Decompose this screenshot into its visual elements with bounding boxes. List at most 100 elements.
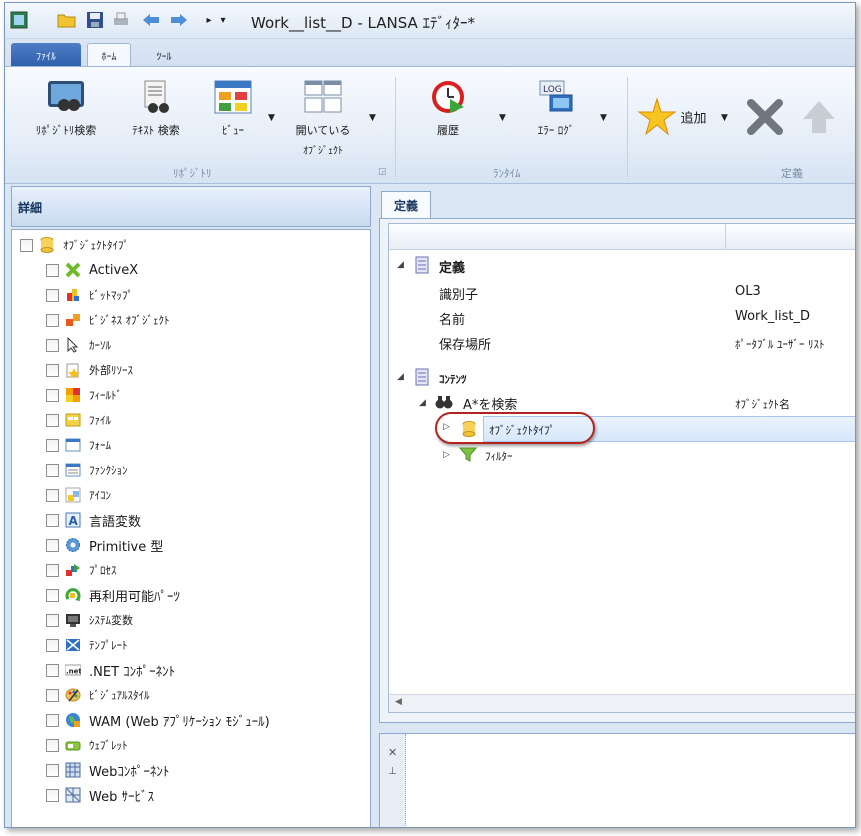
search-criteria-value[interactable]: ｵﾌﾞｼﾞｪｸﾄ名 [735,396,790,412]
name-label: 名前 [439,313,466,328]
customize-qa-icon[interactable]: ▾ [213,10,233,30]
scroll-left-icon[interactable]: ◀ [395,697,402,707]
reusable-part-icon [65,588,81,601]
search-criteria-label: A*を検索 [463,398,518,413]
collapse-definition-icon[interactable]: ◢ [397,260,404,270]
list-item[interactable]: ｶｰｿﾙ [46,334,111,356]
svg-text:.net: .net [66,668,81,676]
list-item[interactable]: ﾋﾞｼﾞｭｱﾙｽﾀｲﾙ [46,684,150,706]
error-log-button[interactable]: LOG ｴﾗｰ ﾛｸﾞ [521,79,591,138]
pin-icon[interactable]: ⊥ [388,766,397,777]
list-item[interactable]: ﾌｧｲﾙ [46,409,111,431]
filter-funnel-icon [459,447,477,462]
text-search-button[interactable]: ﾃｷｽﾄ 検索 [121,79,191,138]
text-search-icon [144,80,169,113]
highlight-ring-annotation [435,412,595,444]
database-icon [40,237,54,253]
error-log-icon: LOG [539,80,573,112]
list-item[interactable]: ﾋﾞｼﾞﾈｽ ｵﾌﾞｼﾞｪｸﾄ [46,309,170,331]
back-arrow-icon[interactable] [141,10,161,30]
binoculars-icon [435,396,453,409]
repository-search-button[interactable]: ﾘﾎﾟｼﾞﾄﾘ検索 [25,79,107,138]
list-item[interactable]: ﾌｧﾝｸｼｮﾝ [46,459,128,481]
dotnet-component-icon: .net [65,664,81,676]
list-item[interactable]: Primitive 型 [46,534,163,556]
list-item[interactable]: ｱｲｺﾝ [46,484,111,506]
delete-x-icon[interactable] [745,97,785,140]
business-object-icon [66,314,80,326]
window-title: Work__list__D - LANSA ｴﾃﾞｨﾀｰ* [251,14,476,32]
open-objects-dropdown-icon[interactable]: ▼ [369,113,376,123]
list-item[interactable]: Webｺﾝﾎﾟｰﾈﾝﾄ [46,759,169,781]
bitmap-icon [67,289,79,301]
web-component-icon [65,762,81,778]
identifier-value[interactable]: OL3 [735,284,761,299]
dialog-launcher-icon[interactable]: ◲ [378,167,387,177]
collapse-search-icon[interactable]: ◢ [419,398,426,408]
process-icon [66,564,80,576]
expand-filter-icon[interactable]: ▷ [443,450,450,460]
list-item[interactable]: ﾌｨｰﾙﾄﾞ [46,384,122,406]
move-up-arrow-icon[interactable] [799,97,839,140]
name-value[interactable]: Work_list_D [735,309,810,324]
app-icon[interactable] [9,10,29,30]
list-item[interactable]: Web ｻｰﾋﾞｽ [46,784,154,806]
tree-root-object-type[interactable]: ｵﾌﾞｼﾞｪｸﾄﾀｲﾌﾟ [20,234,129,256]
repository-search-icon [48,81,84,111]
close-icon[interactable]: ✕ [388,746,397,759]
history-button[interactable]: 履歴 [417,79,479,138]
error-log-dropdown-icon[interactable]: ▼ [600,113,607,123]
list-item[interactable]: 再利用可能ﾊﾟｰﾂ [46,584,180,606]
editor-window: ▸ ▾ Work__list__D - LANSA ｴﾃﾞｨﾀｰ* ﾌｧｲﾙ ﾎ… [4,2,856,828]
field-icon [66,388,80,402]
add-button[interactable]: 追加 [637,97,721,137]
list-item[interactable]: A 言語変数 [46,509,141,531]
open-folder-icon[interactable] [57,10,77,30]
document-icon [415,256,429,274]
definition-pane: ◢ 定義 識別子 OL3 名前 Work_list_D 保存場所 ﾎﾟｰﾀﾌﾞﾙ… [379,218,855,723]
left-panel-header: 詳細 [11,186,371,227]
filter-node[interactable]: ﾌｨﾙﾀｰ [485,448,513,464]
group-label-runtime: ﾗﾝﾀｲﾑ [493,167,521,180]
list-item[interactable]: ﾃﾝﾌﾟﾚｰﾄ [46,634,128,656]
tab-definition[interactable]: 定義 [381,191,431,219]
open-objects-button[interactable]: 開いている ｵﾌﾞｼﾞｪｸﾄ [285,79,361,157]
group-separator [395,77,396,177]
language-variable-icon: A [65,512,81,528]
history-dropdown-icon[interactable]: ▼ [499,113,506,123]
location-label: 保存場所 [439,338,492,353]
column-divider[interactable] [725,224,726,250]
forward-arrow-icon[interactable] [169,10,189,30]
add-dropdown-icon[interactable]: ▼ [721,113,728,123]
view-dropdown-icon[interactable]: ▼ [268,113,275,123]
tab-tools[interactable]: ﾂｰﾙ [139,43,189,67]
checkbox[interactable] [20,238,33,252]
activex-icon [65,262,81,278]
wam-globe-icon [66,713,80,727]
list-item[interactable]: ﾌﾟﾛｾｽ [46,559,117,581]
list-item[interactable]: ｼｽﾃﾑ変数 [46,609,133,631]
list-item[interactable]: .net .NET ｺﾝﾎﾟｰﾈﾝﾄ [46,659,175,681]
tab-home[interactable]: ﾎｰﾑ [87,43,131,67]
bottom-output-pane: ✕ ⊥ [379,733,855,827]
list-item[interactable]: ﾋﾞｯﾄﾏｯﾌﾟ [46,284,133,306]
visual-style-palette-icon [65,688,81,702]
print-icon[interactable] [111,10,131,30]
list-item[interactable]: WAM (Web ｱﾌﾟﾘｹｰｼｮﾝ ﾓｼﾞｭｰﾙ) [46,709,270,731]
property-grid: ◢ 定義 識別子 OL3 名前 Work_list_D 保存場所 ﾎﾟｰﾀﾌﾞﾙ… [388,223,855,713]
save-icon[interactable] [85,10,105,30]
tab-file[interactable]: ﾌｧｲﾙ [11,43,81,67]
list-item[interactable]: ﾌｫｰﾑ [46,434,111,456]
collapse-contents-icon[interactable]: ◢ [397,372,404,382]
list-item[interactable]: 外部ﾘｿｰｽ [46,359,133,381]
group-label-repository: ﾘﾎﾟｼﾞﾄﾘ [173,167,212,180]
location-value[interactable]: ﾎﾟｰﾀﾌﾞﾙ ﾕｰｻﾞｰ ﾘｽﾄ [735,336,825,352]
horizontal-scrollbar[interactable]: ◀ [389,694,855,712]
group-separator [627,77,628,177]
list-item[interactable]: ActiveX [46,259,138,281]
add-star-icon [637,97,677,136]
identifier-label: 識別子 [439,288,479,303]
external-resource-icon [66,363,80,378]
view-button[interactable]: ﾋﾞｭｰ [205,79,261,138]
list-item[interactable]: ｳｪﾌﾞﾚｯﾄ [46,734,128,756]
